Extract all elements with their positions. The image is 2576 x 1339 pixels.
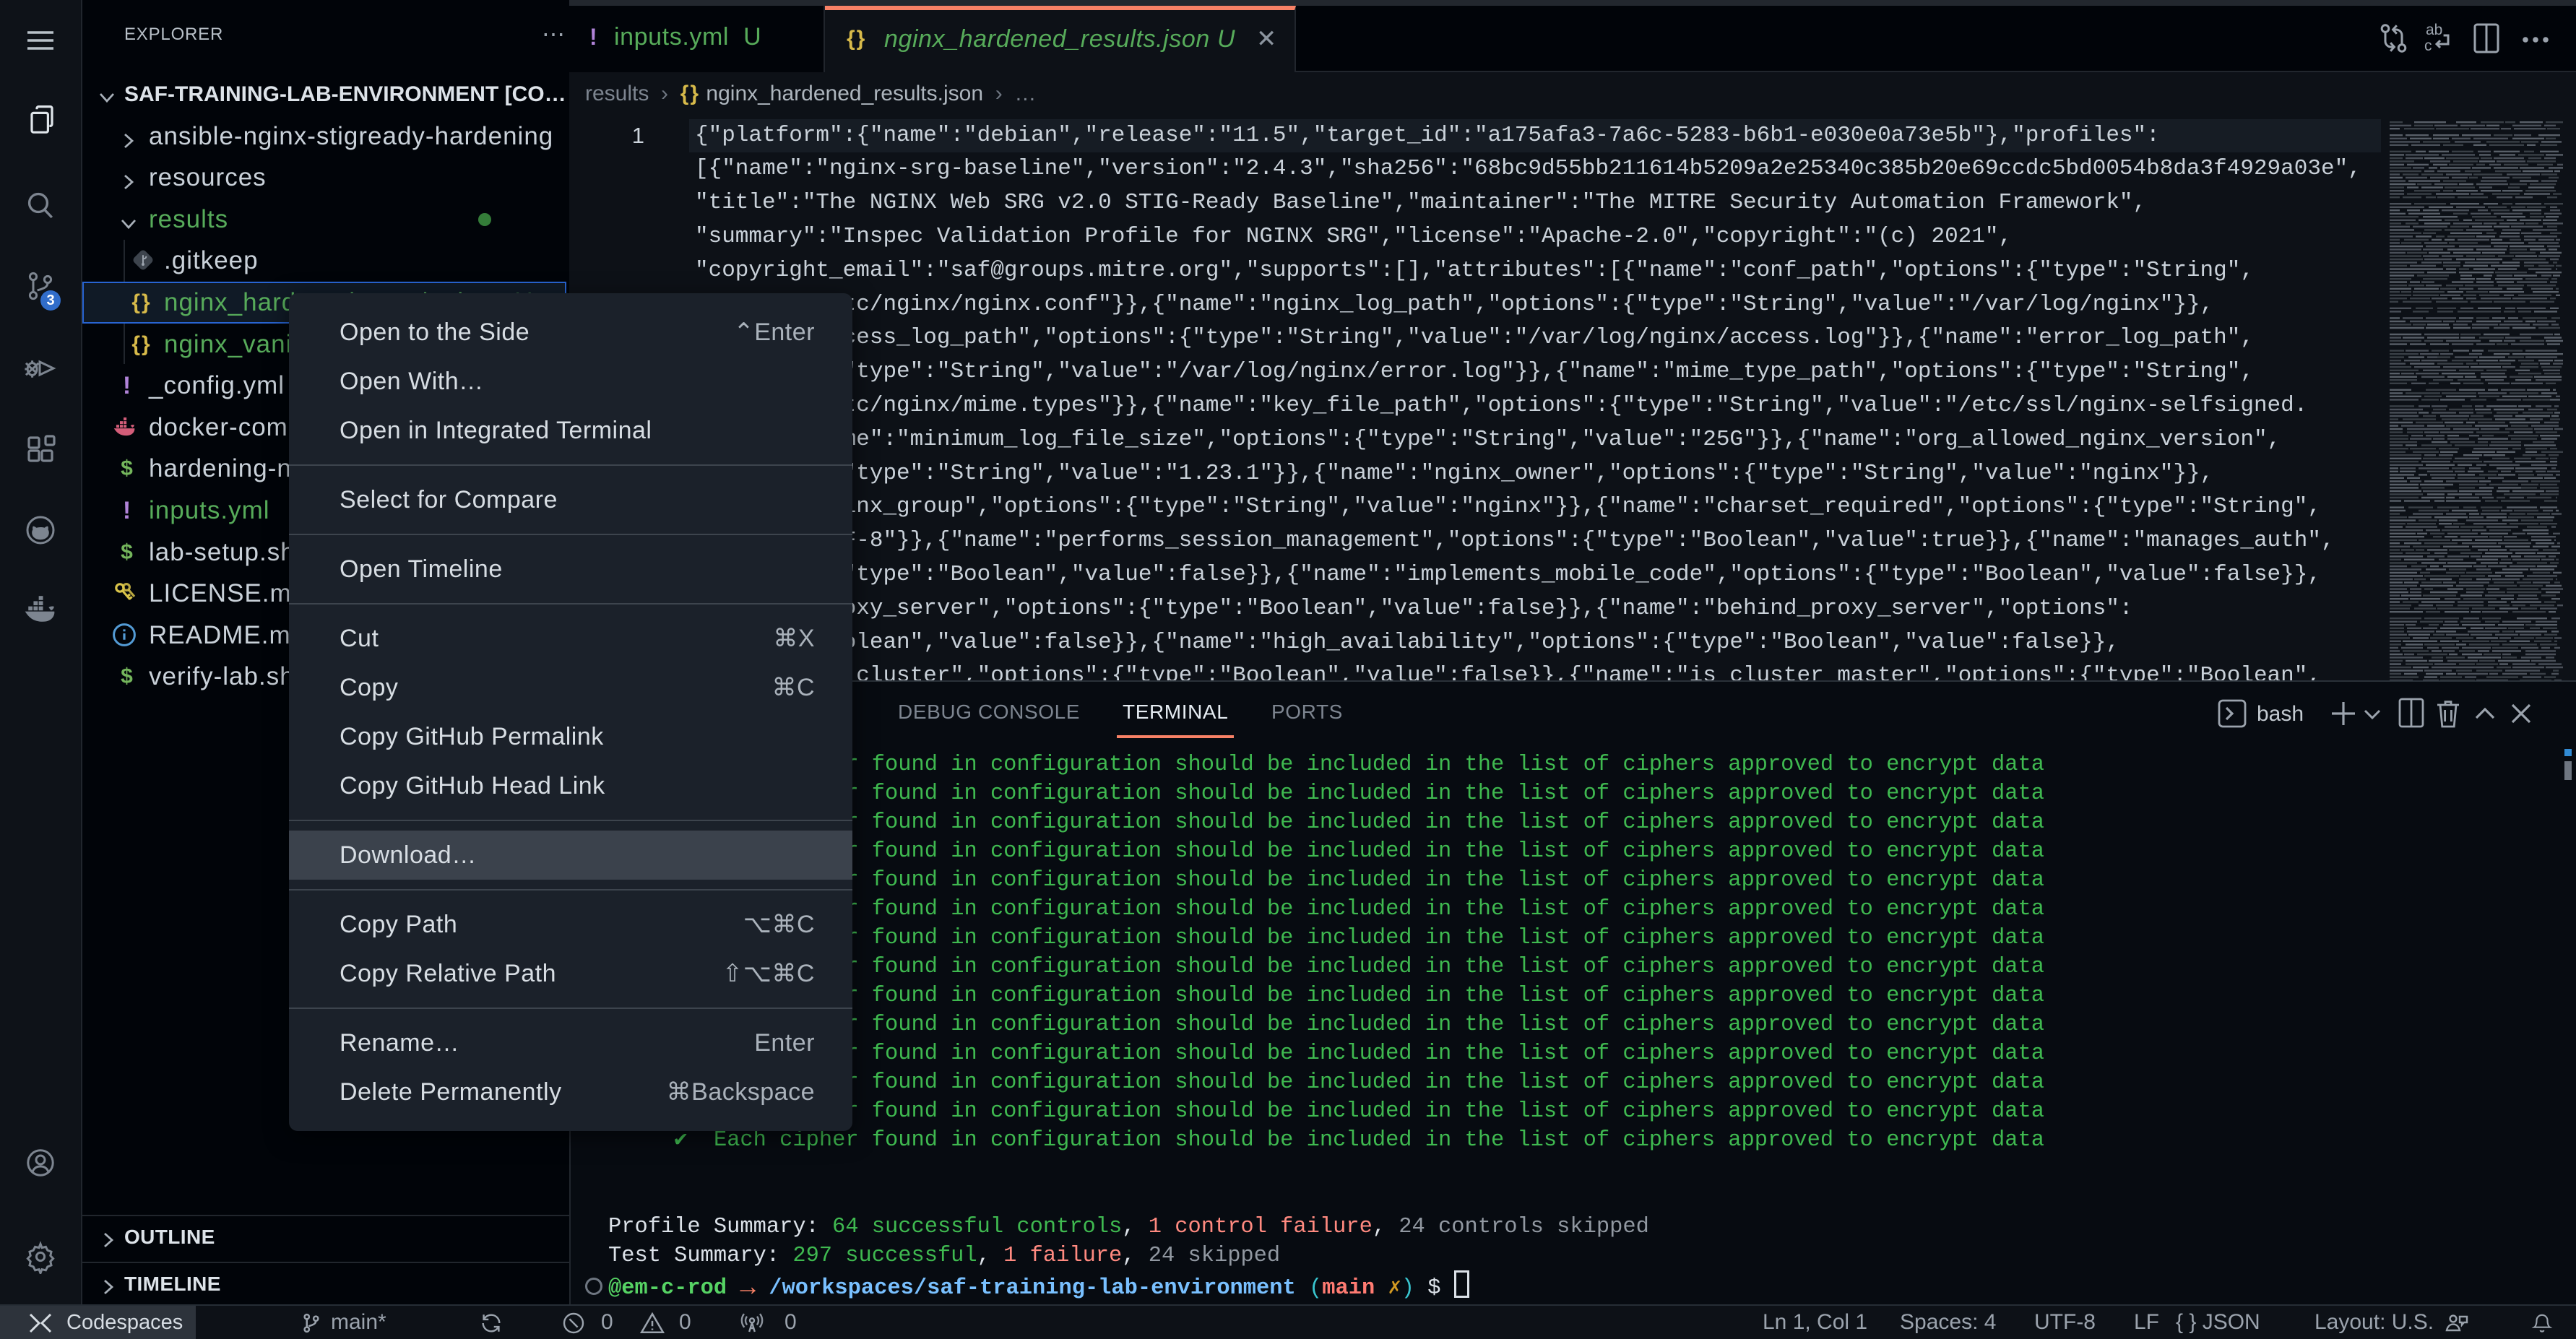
svg-text:bash: bash [2257,702,2304,726]
svg-text:c: c [2424,38,2432,54]
svg-text:ab: ab [2426,22,2442,38]
